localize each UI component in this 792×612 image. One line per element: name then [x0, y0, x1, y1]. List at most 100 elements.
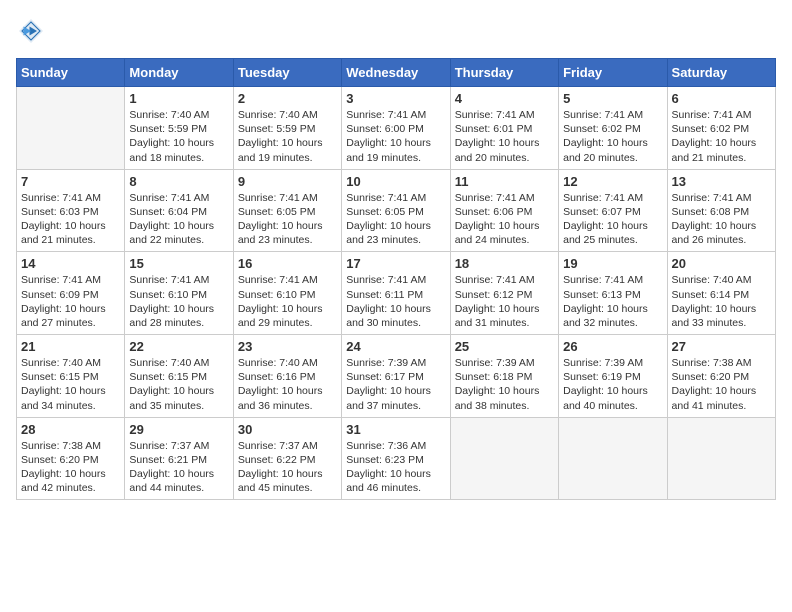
daylight-minutes: and 28 minutes. [129, 316, 228, 330]
daylight-minutes: and 18 minutes. [129, 151, 228, 165]
sunset-text: Sunset: 6:04 PM [129, 205, 228, 219]
sunrise-text: Sunrise: 7:41 AM [21, 273, 120, 287]
day-number: 29 [129, 422, 228, 437]
daylight-text: Daylight: 10 hours [129, 302, 228, 316]
daylight-minutes: and 44 minutes. [129, 481, 228, 495]
daylight-minutes: and 42 minutes. [21, 481, 120, 495]
calendar-cell: 26 Sunrise: 7:39 AM Sunset: 6:19 PM Dayl… [559, 335, 667, 418]
calendar-cell: 6 Sunrise: 7:41 AM Sunset: 6:02 PM Dayli… [667, 87, 775, 170]
daylight-text: Daylight: 10 hours [672, 302, 771, 316]
sunset-text: Sunset: 6:05 PM [238, 205, 337, 219]
sunset-text: Sunset: 6:10 PM [238, 288, 337, 302]
calendar-cell: 3 Sunrise: 7:41 AM Sunset: 6:00 PM Dayli… [342, 87, 450, 170]
calendar-cell: 14 Sunrise: 7:41 AM Sunset: 6:09 PM Dayl… [17, 252, 125, 335]
daylight-text: Daylight: 10 hours [563, 302, 662, 316]
day-number: 4 [455, 91, 554, 106]
sunrise-text: Sunrise: 7:41 AM [346, 191, 445, 205]
sunrise-text: Sunrise: 7:41 AM [455, 108, 554, 122]
daylight-text: Daylight: 10 hours [21, 467, 120, 481]
daylight-minutes: and 23 minutes. [238, 233, 337, 247]
daylight-minutes: and 23 minutes. [346, 233, 445, 247]
sunrise-text: Sunrise: 7:41 AM [672, 108, 771, 122]
calendar-cell: 31 Sunrise: 7:36 AM Sunset: 6:23 PM Dayl… [342, 417, 450, 500]
day-number: 5 [563, 91, 662, 106]
sunset-text: Sunset: 6:11 PM [346, 288, 445, 302]
calendar-cell: 5 Sunrise: 7:41 AM Sunset: 6:02 PM Dayli… [559, 87, 667, 170]
sunrise-text: Sunrise: 7:41 AM [238, 273, 337, 287]
sunset-text: Sunset: 5:59 PM [129, 122, 228, 136]
calendar-cell: 22 Sunrise: 7:40 AM Sunset: 6:15 PM Dayl… [125, 335, 233, 418]
daylight-text: Daylight: 10 hours [238, 302, 337, 316]
logo-icon [16, 16, 46, 46]
sunrise-text: Sunrise: 7:36 AM [346, 439, 445, 453]
sunrise-text: Sunrise: 7:38 AM [672, 356, 771, 370]
day-number: 2 [238, 91, 337, 106]
sunrise-text: Sunrise: 7:39 AM [455, 356, 554, 370]
daylight-minutes: and 27 minutes. [21, 316, 120, 330]
sunset-text: Sunset: 6:06 PM [455, 205, 554, 219]
daylight-text: Daylight: 10 hours [238, 219, 337, 233]
day-number: 21 [21, 339, 120, 354]
header [16, 16, 776, 46]
calendar-cell: 25 Sunrise: 7:39 AM Sunset: 6:18 PM Dayl… [450, 335, 558, 418]
day-number: 12 [563, 174, 662, 189]
daylight-text: Daylight: 10 hours [346, 384, 445, 398]
logo [16, 16, 50, 46]
daylight-minutes: and 37 minutes. [346, 399, 445, 413]
sunrise-text: Sunrise: 7:40 AM [238, 356, 337, 370]
sunset-text: Sunset: 6:16 PM [238, 370, 337, 384]
calendar-cell: 13 Sunrise: 7:41 AM Sunset: 6:08 PM Dayl… [667, 169, 775, 252]
sunset-text: Sunset: 6:02 PM [563, 122, 662, 136]
daylight-text: Daylight: 10 hours [672, 136, 771, 150]
daylight-text: Daylight: 10 hours [21, 384, 120, 398]
day-number: 1 [129, 91, 228, 106]
day-number: 11 [455, 174, 554, 189]
day-of-week-header: Wednesday [342, 59, 450, 87]
calendar-table: SundayMondayTuesdayWednesdayThursdayFrid… [16, 58, 776, 500]
sunset-text: Sunset: 6:02 PM [672, 122, 771, 136]
calendar-cell: 2 Sunrise: 7:40 AM Sunset: 5:59 PM Dayli… [233, 87, 341, 170]
day-of-week-header: Monday [125, 59, 233, 87]
sunset-text: Sunset: 6:23 PM [346, 453, 445, 467]
day-of-week-header: Thursday [450, 59, 558, 87]
calendar-week-row: 28 Sunrise: 7:38 AM Sunset: 6:20 PM Dayl… [17, 417, 776, 500]
daylight-minutes: and 31 minutes. [455, 316, 554, 330]
daylight-minutes: and 22 minutes. [129, 233, 228, 247]
daylight-minutes: and 32 minutes. [563, 316, 662, 330]
sunrise-text: Sunrise: 7:38 AM [21, 439, 120, 453]
daylight-text: Daylight: 10 hours [238, 467, 337, 481]
day-number: 17 [346, 256, 445, 271]
day-number: 9 [238, 174, 337, 189]
calendar-cell: 28 Sunrise: 7:38 AM Sunset: 6:20 PM Dayl… [17, 417, 125, 500]
calendar-cell: 18 Sunrise: 7:41 AM Sunset: 6:12 PM Dayl… [450, 252, 558, 335]
daylight-minutes: and 19 minutes. [346, 151, 445, 165]
daylight-minutes: and 20 minutes. [455, 151, 554, 165]
day-number: 10 [346, 174, 445, 189]
daylight-text: Daylight: 10 hours [455, 136, 554, 150]
header-row: SundayMondayTuesdayWednesdayThursdayFrid… [17, 59, 776, 87]
daylight-minutes: and 40 minutes. [563, 399, 662, 413]
day-number: 13 [672, 174, 771, 189]
calendar-cell: 19 Sunrise: 7:41 AM Sunset: 6:13 PM Dayl… [559, 252, 667, 335]
sunset-text: Sunset: 6:03 PM [21, 205, 120, 219]
sunrise-text: Sunrise: 7:40 AM [129, 356, 228, 370]
calendar-cell: 12 Sunrise: 7:41 AM Sunset: 6:07 PM Dayl… [559, 169, 667, 252]
daylight-minutes: and 20 minutes. [563, 151, 662, 165]
day-of-week-header: Tuesday [233, 59, 341, 87]
sunset-text: Sunset: 6:00 PM [346, 122, 445, 136]
day-number: 18 [455, 256, 554, 271]
calendar-cell: 17 Sunrise: 7:41 AM Sunset: 6:11 PM Dayl… [342, 252, 450, 335]
daylight-text: Daylight: 10 hours [238, 384, 337, 398]
calendar-week-row: 1 Sunrise: 7:40 AM Sunset: 5:59 PM Dayli… [17, 87, 776, 170]
calendar-cell: 11 Sunrise: 7:41 AM Sunset: 6:06 PM Dayl… [450, 169, 558, 252]
daylight-minutes: and 21 minutes. [21, 233, 120, 247]
day-number: 24 [346, 339, 445, 354]
sunrise-text: Sunrise: 7:40 AM [129, 108, 228, 122]
calendar-cell: 21 Sunrise: 7:40 AM Sunset: 6:15 PM Dayl… [17, 335, 125, 418]
sunrise-text: Sunrise: 7:41 AM [672, 191, 771, 205]
sunrise-text: Sunrise: 7:41 AM [238, 191, 337, 205]
day-of-week-header: Saturday [667, 59, 775, 87]
sunset-text: Sunset: 6:17 PM [346, 370, 445, 384]
sunrise-text: Sunrise: 7:39 AM [563, 356, 662, 370]
calendar-cell: 1 Sunrise: 7:40 AM Sunset: 5:59 PM Dayli… [125, 87, 233, 170]
